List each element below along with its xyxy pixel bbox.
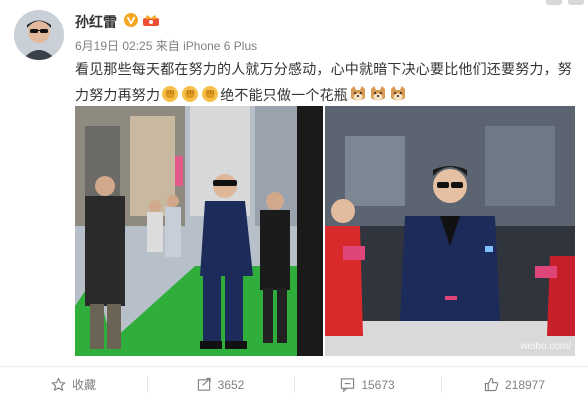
action-bar: 收藏 3652 15673 218977 [0, 367, 588, 402]
post-meta: 6月19日 02:25 来自 iPhone 6 Plus [75, 37, 257, 54]
post-photo-2[interactable]: weibo.com/ [325, 106, 575, 356]
weibo-watermark: weibo.com/ [520, 341, 571, 352]
top-control-icon[interactable] [568, 0, 584, 5]
comment-icon [341, 378, 355, 392]
post-photo-1[interactable] [75, 106, 323, 356]
top-control-icon[interactable] [546, 0, 562, 5]
favorite-button[interactable]: 收藏 [0, 367, 147, 402]
username[interactable]: 孙红雷 [75, 12, 117, 32]
fist-emoji-icon [182, 86, 199, 102]
post-text-part2: 绝不能只做一个花瓶 [220, 87, 349, 103]
doge-emoji-icon [371, 86, 386, 101]
thumbs-up-icon [484, 377, 499, 392]
like-count: 218977 [504, 377, 546, 392]
doge-emoji-icon [351, 86, 366, 101]
avatar[interactable] [14, 10, 64, 60]
crown-badge-icon[interactable] [142, 13, 160, 27]
repost-button[interactable]: 3652 [147, 367, 294, 402]
star-icon [51, 377, 66, 391]
comment-button[interactable]: 15673 [294, 367, 441, 402]
top-right-controls [546, 0, 584, 5]
post-text: 看见那些每天都在努力的人就万分感动，心中就暗下决心要比他们还要努力，努力努力再努… [75, 56, 580, 108]
comment-count: 15673 [361, 377, 395, 392]
source-device[interactable]: iPhone 6 Plus [183, 39, 257, 53]
post-date[interactable]: 6月19日 02:25 [75, 39, 152, 53]
source-prefix: 来自 [155, 39, 180, 53]
like-button[interactable]: 218977 [441, 367, 588, 402]
fist-emoji-icon [202, 86, 219, 102]
top-strip [0, 0, 588, 6]
v-badge-icon [124, 13, 138, 27]
repost-count: 3652 [217, 377, 245, 392]
favorite-label: 收藏 [71, 378, 96, 392]
fist-emoji-icon [162, 86, 179, 102]
doge-emoji-icon [391, 86, 406, 101]
repost-icon [197, 377, 211, 391]
